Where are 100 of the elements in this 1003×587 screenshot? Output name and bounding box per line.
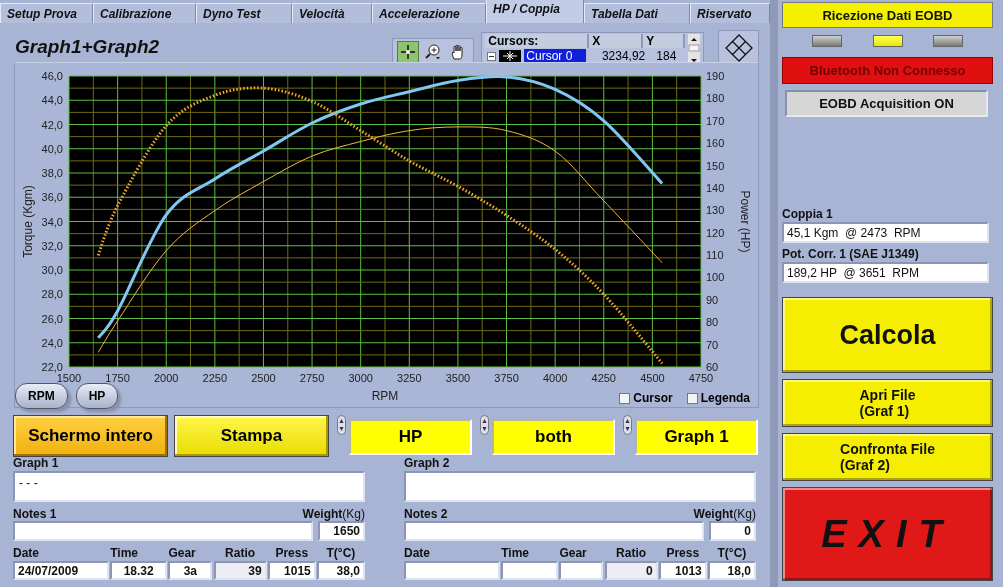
x-tick-label: 3000 (348, 372, 373, 384)
data-field[interactable]: 0 (604, 561, 658, 580)
field-label: Coppia 1 (782, 207, 834, 222)
axis-button[interactable]: HP (75, 383, 119, 409)
y-tick-label: 46,0 (41, 70, 63, 82)
field-label: Gear (559, 546, 588, 561)
crosshair-tool[interactable] (397, 41, 420, 63)
action-button[interactable]: Schermo intero (13, 415, 168, 457)
y-tick-label: 34,0 (41, 215, 63, 228)
y-tick-label: 70 (706, 338, 719, 351)
field-label: T(°C) (325, 546, 357, 561)
data-field[interactable]: 1015 (267, 561, 316, 580)
exit-button[interactable]: EXIT (782, 487, 993, 581)
y-tick-label: 110 (706, 249, 724, 262)
field-label: Time (501, 546, 530, 561)
y-tick-label: 190 (706, 70, 725, 82)
column-header: Y (643, 34, 686, 48)
checkbox[interactable] (686, 392, 698, 404)
x-tick-label: 3500 (445, 372, 471, 384)
cursor-name[interactable]: Cursor 0 (524, 49, 587, 63)
data-field[interactable]: 1013 (658, 561, 707, 580)
y-tick-label: 180 (706, 92, 725, 105)
column-header: Cursors: (485, 34, 590, 48)
data-field[interactable] (559, 561, 604, 580)
y-tick-label: 170 (706, 114, 725, 127)
y-tick-label: 30,0 (41, 264, 63, 276)
x-tick-label: 2500 (251, 372, 276, 384)
tab[interactable]: Velocità (292, 3, 372, 23)
action-button[interactable]: Apri File (Graf 1) (782, 379, 993, 427)
data-field[interactable]: 18,0 (707, 561, 756, 580)
cursor-y-value: 184 (655, 49, 678, 63)
y-tick-label: 80 (706, 316, 719, 329)
y-tick-label: 26,0 (41, 312, 63, 325)
spinner-icon[interactable] (337, 415, 346, 435)
y-tick-label: 140 (706, 181, 725, 194)
tab[interactable]: Accelerazione (372, 3, 486, 23)
field-label: Date (404, 546, 431, 561)
x-tick-label: 4250 (591, 372, 616, 384)
data-field[interactable]: 18.32 (110, 561, 168, 580)
data-field[interactable] (404, 561, 500, 580)
field-label: Graph 1 (13, 456, 60, 471)
data-field[interactable]: 24/07/2009 (13, 561, 109, 580)
data-field[interactable]: 39 (213, 561, 267, 580)
checkbox-label: Legenda (700, 391, 750, 405)
x-tick-label: 4000 (542, 372, 568, 384)
cursor-style-icon[interactable] (499, 50, 522, 62)
x-tick-label: 4750 (688, 372, 714, 384)
ring-selector[interactable]: HP (349, 419, 472, 455)
y-tick-label: 100 (706, 271, 725, 284)
tab[interactable]: Setup Prova (0, 3, 93, 23)
y-axis-label: Power (HP) (738, 190, 752, 253)
ring-selector[interactable]: both (492, 419, 615, 455)
y-tick-label: 36,0 (41, 191, 63, 204)
graph-name-field[interactable]: - - - (13, 471, 365, 502)
graph-title: Graph1+Graph2 (15, 36, 161, 58)
x-tick-label: 1500 (56, 372, 82, 384)
action-button[interactable]: Confronta File (Graf 2) (782, 433, 993, 481)
result-field: 189,2 HP @ 3651 RPM (782, 262, 989, 283)
spinner-icon[interactable] (480, 415, 489, 435)
y-tick-label: 150 (706, 159, 725, 172)
y-tick-label: 42,0 (41, 118, 63, 131)
data-field[interactable] (501, 561, 559, 580)
action-button[interactable]: Stampa (174, 415, 329, 457)
action-button[interactable]: Calcola (782, 297, 993, 373)
axis-button[interactable]: RPM (15, 383, 68, 409)
tab[interactable]: HP / Coppia (486, 0, 584, 23)
cursor-x-value: 3234,92 (600, 49, 646, 63)
y-tick-label: 120 (706, 226, 725, 239)
notes-field[interactable] (13, 521, 313, 541)
data-field[interactable]: 38,0 (316, 561, 365, 580)
spinner-icon[interactable] (623, 415, 632, 435)
weight-field[interactable]: 1650 (318, 521, 365, 541)
field-label: Weight(Kg) (693, 507, 756, 521)
y-tick-label: 32,0 (41, 239, 63, 252)
data-field[interactable]: 3a (168, 561, 213, 580)
y-tick-label: 38,0 (41, 167, 63, 179)
column-header: X (589, 34, 644, 48)
ring-selector[interactable]: Graph 1 (635, 419, 758, 455)
y-tick-label: 40,0 (41, 142, 63, 155)
field-label: Graph 2 (404, 456, 451, 471)
notes-field[interactable] (404, 521, 704, 541)
y-tick-label: 160 (706, 137, 725, 150)
checkbox-label: Cursor (633, 391, 673, 405)
tab[interactable]: Dyno Test (196, 3, 292, 23)
field-label: Time (110, 546, 139, 561)
field-label: Weight(Kg) (302, 507, 365, 521)
status-indicator: Bluetooth Non Connesso (782, 57, 993, 84)
graph-name-field[interactable] (404, 471, 756, 502)
x-axis-label: RPM (371, 389, 399, 403)
collapse-icon[interactable] (487, 51, 497, 61)
tab[interactable]: Riservato (690, 3, 770, 23)
field-label: Press (274, 546, 310, 561)
x-tick-label: 2000 (154, 372, 179, 384)
weight-field[interactable]: 0 (709, 521, 756, 541)
checkbox[interactable] (619, 392, 631, 404)
tab[interactable]: Tabella Dati (584, 3, 690, 23)
status-indicator: EOBD Acquisition ON (785, 90, 988, 117)
y-axis-label: Torque (Kgm) (21, 185, 35, 258)
tab[interactable]: Calibrazione (93, 3, 196, 23)
scrollbar[interactable] (688, 34, 701, 64)
